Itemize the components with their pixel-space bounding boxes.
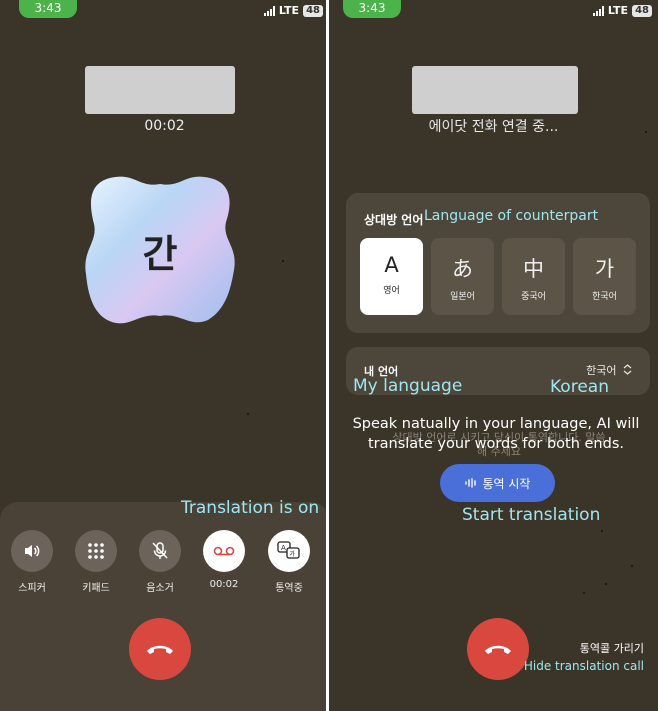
record-label: 00:02 (209, 579, 239, 590)
language-option-korean[interactable]: 가 한국어 (573, 238, 636, 315)
counterpart-language-title: 상대방 언어 (364, 213, 424, 227)
signal-icon (592, 5, 604, 16)
hide-translation-call-toggle[interactable]: 통역콜 가리기 Hide translation call (524, 640, 644, 673)
language-name: 한국어 (592, 292, 617, 302)
start-translation-label: 통역 시작 (482, 476, 531, 491)
caller-avatar: 간 (80, 170, 240, 330)
language-name: 일본어 (450, 292, 475, 302)
mute-button-circle[interactable] (139, 530, 181, 572)
translate-label: 통역중 (275, 583, 303, 594)
annotation-start-translation: Start translation (462, 505, 601, 525)
status-indicators: LTE 48 (263, 4, 323, 17)
battery-icon: 48 (632, 4, 652, 17)
voice-wave-icon (464, 478, 476, 488)
annotation-translation-on: Translation is on (181, 498, 320, 518)
start-translation-button[interactable]: 통역 시작 (440, 464, 555, 502)
speaker-icon (25, 545, 40, 557)
keypad-button-circle[interactable] (75, 530, 117, 572)
signal-icon (263, 5, 275, 16)
status-indicators: LTE 48 (592, 4, 652, 17)
end-call-button[interactable] (467, 618, 529, 680)
mute-button[interactable]: 음소거 (135, 530, 185, 594)
language-glyph: あ (452, 257, 473, 281)
status-time: 3:43 (343, 0, 401, 18)
battery-icon: 48 (303, 4, 323, 17)
language-name: 중국어 (521, 292, 546, 302)
status-time: 3:43 (19, 0, 77, 18)
end-call-button[interactable] (129, 618, 191, 680)
mute-icon (152, 542, 168, 559)
my-language-value-text: 한국어 (586, 364, 617, 377)
translate-button-circle[interactable]: A 가 (268, 530, 310, 572)
language-glyph: 가 (594, 257, 615, 281)
translate-button[interactable]: A 가 통역중 (264, 530, 314, 594)
record-icon (213, 546, 235, 556)
keypad-button[interactable]: 키패드 (71, 530, 121, 594)
keypad-label: 키패드 (82, 583, 110, 594)
connecting-status: 에이닷 전화 연결 중... (428, 119, 559, 135)
record-button[interactable]: 00:02 (199, 530, 249, 590)
language-glyph: A (384, 253, 399, 277)
description-english: Speak natually in your language, AI will… (352, 416, 640, 452)
network-label: LTE (607, 4, 629, 17)
keypad-icon (88, 543, 104, 559)
mute-label: 음소거 (146, 583, 174, 594)
annotation-my-language: My language (353, 376, 463, 396)
language-option-english[interactable]: A 영어 (360, 238, 423, 315)
svg-text:가: 가 (290, 550, 296, 558)
phone-hangup-icon (147, 645, 173, 654)
avatar-initial: 간 (142, 231, 178, 276)
my-language-value: 한국어 (586, 362, 632, 378)
caller-name-redacted (85, 66, 235, 114)
left-call-screen: 3:43 LTE 48 00:02 간 Translation is on 스피… (0, 0, 329, 711)
counterpart-language-panel: 상대방 언어 Language of counterpart A 영어 あ 일본… (346, 193, 650, 333)
hide-call-label-ko: 통역콜 가리기 (579, 642, 644, 655)
speaker-label: 스피커 (18, 583, 46, 594)
right-call-screen: 3:43 LTE 48 에이닷 전화 연결 중... 상대방 언어 Langua… (329, 0, 658, 711)
language-glyph: 中 (523, 257, 544, 281)
speaker-button-circle[interactable] (11, 530, 53, 572)
annotation-counterpart: Language of counterpart (424, 208, 599, 224)
phone-hangup-icon (485, 645, 511, 654)
caller-name-redacted (412, 66, 578, 114)
hide-call-label-en: Hide translation call (523, 659, 644, 673)
network-label: LTE (278, 4, 300, 17)
language-option-chinese[interactable]: 中 중국어 (502, 238, 565, 315)
record-button-circle[interactable] (203, 530, 245, 572)
translate-icon: A 가 (277, 541, 300, 559)
language-option-japanese[interactable]: あ 일본어 (431, 238, 494, 315)
chevron-updown-icon (623, 364, 632, 375)
annotation-korean: Korean (550, 377, 609, 397)
speaker-button[interactable]: 스피커 (7, 530, 57, 594)
language-name: 영어 (383, 286, 400, 296)
svg-text:A: A (281, 544, 286, 552)
call-timer: 00:02 (144, 118, 185, 134)
